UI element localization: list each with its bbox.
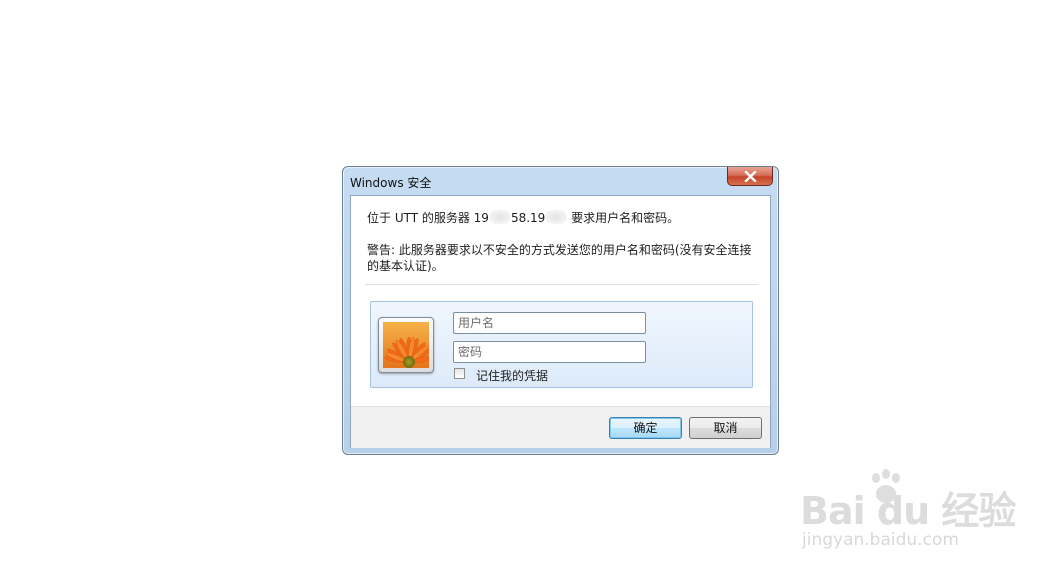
user-tile (378, 317, 434, 373)
server-message-suffix: 要求用户名和密码。 (571, 211, 680, 225)
server-message: 位于 UTT 的服务器 19 58.19 要求用户名和密码。 (367, 209, 679, 226)
server-message-mid: 58.19 (510, 211, 546, 225)
credential-panel: 记住我的凭据 (370, 301, 753, 388)
remember-label: 记住我的凭据 (476, 369, 549, 383)
divider (365, 284, 758, 285)
title-bar: Windows 安全 (343, 167, 778, 195)
server-message-prefix: 位于 UTT 的服务器 19 (367, 211, 489, 225)
watermark-logo-text: Bai du 经验 (800, 489, 1016, 533)
dialog-title: Windows 安全 (350, 176, 432, 190)
username-field[interactable] (453, 312, 646, 334)
password-field[interactable] (453, 341, 646, 363)
close-x-icon (744, 171, 757, 182)
redacted-ip-blur (488, 210, 511, 224)
remember-checkbox[interactable] (454, 368, 465, 379)
dialog-content: 位于 UTT 的服务器 19 58.19 要求用户名和密码。 警告: 此服务器要求… (350, 195, 771, 448)
baidu-paw-icon (872, 469, 900, 503)
security-warning: 警告: 此服务器要求以不安全的方式发送您的用户名和密码(没有安全连接的基本认证)… (367, 243, 752, 273)
close-button[interactable] (727, 167, 773, 186)
ok-button[interactable]: 确定 (609, 417, 682, 439)
redacted-ip-blur (545, 210, 568, 224)
windows-security-dialog: Windows 安全 位于 UTT 的服务器 19 58.19 要求用户名和密码。… (342, 166, 779, 455)
user-flower-icon (383, 322, 429, 368)
button-bar: 确定 取消 (351, 406, 770, 448)
baidu-jingyan-watermark: Bai du 经验 jingyan.baidu.com (800, 468, 1016, 558)
cancel-button[interactable]: 取消 (689, 417, 762, 439)
watermark-url: jingyan.baidu.com (802, 530, 959, 550)
